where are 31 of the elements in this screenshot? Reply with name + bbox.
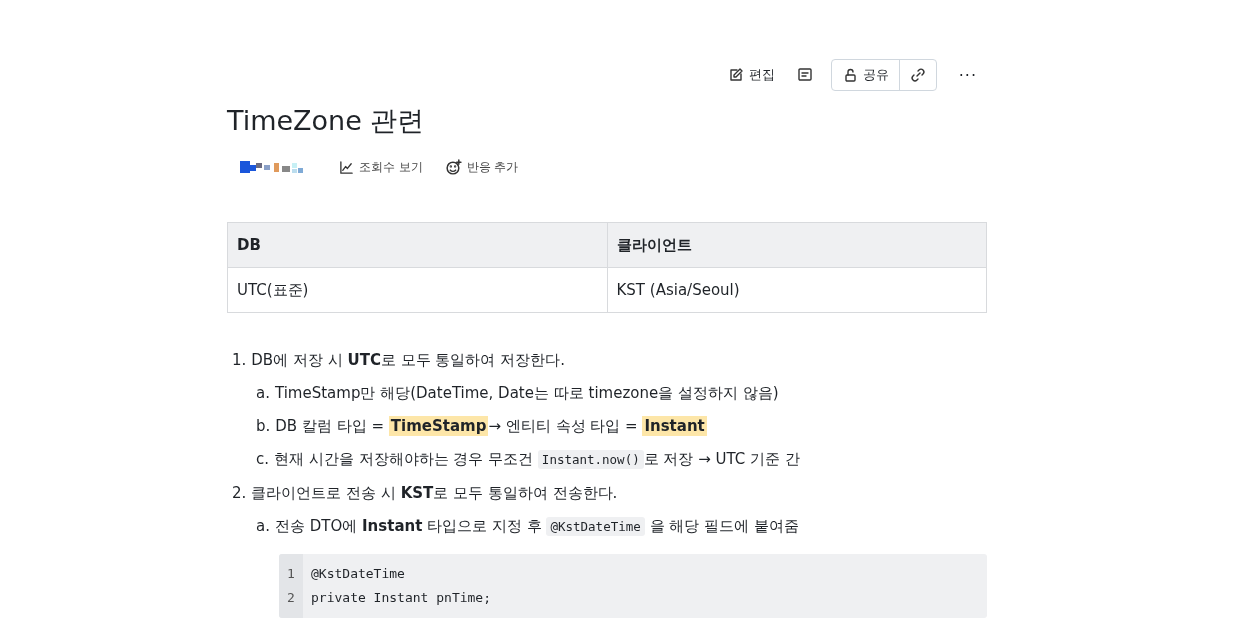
list-marker: a.	[256, 383, 270, 404]
list-text: 현재 시간을 저장해야하는 경우 무조건 Instant.now() 로 저장 → UTC 기준 간	[274, 449, 800, 471]
list-marker: 1.	[232, 350, 247, 371]
list-marker: c.	[256, 449, 269, 470]
reaction-button[interactable]: 반응 추가	[444, 159, 519, 176]
edit-button[interactable]: 편집	[723, 62, 779, 88]
table-cell: UTC(표준)	[227, 267, 607, 313]
more-button[interactable]: ···	[950, 61, 985, 89]
list-text: 전송 DTO에 Instant 타입으로 지정 후 @KstDateTime 을 해당 필드에 붙여줌	[274, 516, 799, 538]
list-text: TimeStamp만 해당(DateTime, Date는 따로 timezone을 설정하지 않음)	[274, 383, 779, 404]
list-text: 클라이언트로 전송 시 KST로 모두 통일하여 전송한다.	[251, 483, 618, 504]
list-text: DB에 저장 시 UTC로 모두 통일하여 저장한다.	[251, 350, 565, 371]
list-text: DB 칼럼 타입 = TimeStamp→ 엔티티 속성 타입 = Instant	[275, 415, 707, 437]
emoji-add-icon	[444, 159, 462, 176]
code-line: @KstDateTime	[311, 565, 406, 583]
page-title: TimeZone 관련	[227, 104, 425, 138]
table-cell: KST (Asia/Seoul)	[607, 267, 987, 313]
share-button[interactable]: 공유	[831, 60, 899, 90]
chart-icon	[339, 160, 354, 175]
link-icon	[909, 67, 926, 83]
comment-icon	[796, 67, 813, 83]
line-number: 2	[287, 589, 295, 607]
list-marker: a.	[256, 516, 270, 537]
column-header: DB	[227, 222, 607, 268]
code-line: private Instant pnTime;	[311, 589, 491, 607]
list-marker: 2.	[232, 483, 247, 504]
line-number: 1	[287, 565, 295, 583]
list-marker: b.	[256, 416, 271, 437]
pencil-icon	[727, 67, 744, 83]
views-button[interactable]: 조회수 보기	[339, 160, 423, 175]
column-header: 클라이언트	[607, 222, 987, 268]
